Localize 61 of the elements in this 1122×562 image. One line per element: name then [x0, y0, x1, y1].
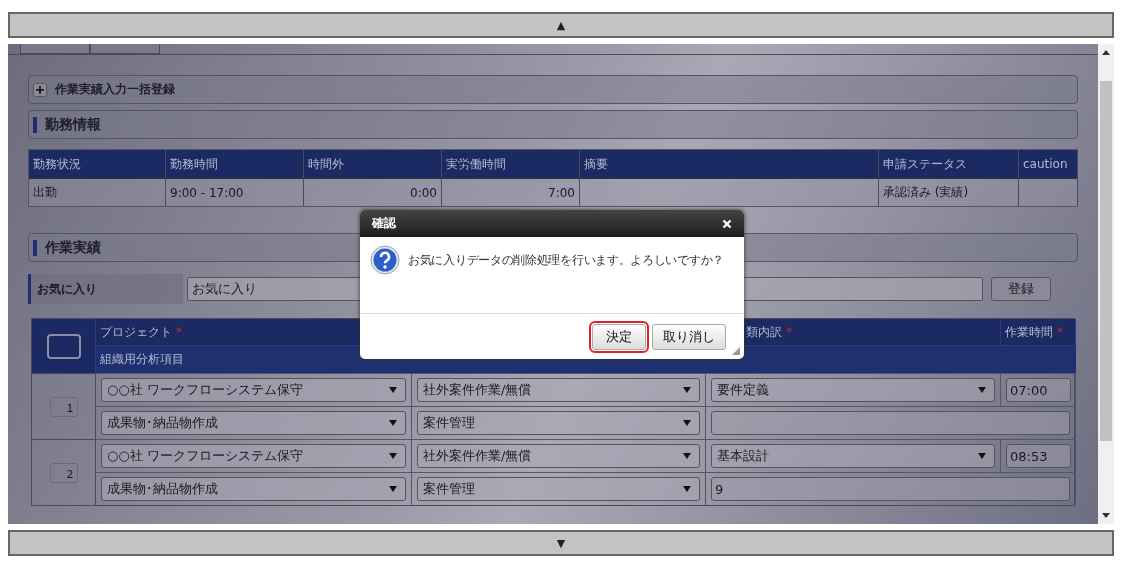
- column-header: 実労働時間: [442, 150, 580, 178]
- table-cell: 承認済み (実績): [879, 178, 1019, 206]
- dropdown[interactable]: 基本設計: [711, 444, 995, 468]
- dropdown[interactable]: 要件定義: [711, 378, 995, 402]
- caret-icon: [978, 386, 986, 394]
- caret-icon: [389, 386, 397, 394]
- scroll-up-bar[interactable]: ▲: [8, 12, 1114, 38]
- caret-icon: [683, 485, 691, 493]
- close-icon[interactable]: [722, 218, 732, 229]
- caret-icon: [389, 419, 397, 427]
- caret-icon: [683, 452, 691, 460]
- caret-icon: [683, 419, 691, 427]
- column-header: 勤務時間: [166, 150, 304, 178]
- question-icon: [370, 245, 400, 275]
- column-header: 作業時間 *: [1005, 323, 1063, 341]
- column-header: 時間外: [304, 150, 442, 178]
- table-cell: 9:00 - 17:00: [166, 178, 304, 206]
- caret-icon: [389, 485, 397, 493]
- section-title[interactable]: 作業実績入力一括登録: [55, 81, 175, 98]
- caret-icon: [978, 452, 986, 460]
- section-title: 作業実績: [45, 238, 101, 257]
- table-cell: 7:00: [442, 178, 580, 206]
- section-title: 勤務情報: [45, 115, 101, 134]
- dropdown[interactable]: ○○社 ワークフローシステム保守: [101, 378, 406, 402]
- dropdown[interactable]: 成果物･納品物作成: [101, 411, 406, 435]
- register-button[interactable]: 登録: [991, 277, 1051, 301]
- column-header: プロジェクト *: [100, 323, 182, 341]
- favorite-label-cell: お気に入り: [28, 274, 183, 304]
- table-cell: [1019, 178, 1078, 206]
- plus-icon[interactable]: [33, 82, 47, 97]
- dialog-message: お気に入りデータの削除処理を行います。よろしいですか？: [408, 252, 724, 269]
- dropdown[interactable]: ○○社 ワークフローシステム保守: [101, 444, 406, 468]
- row-number: 2: [49, 462, 78, 483]
- memo-input-field[interactable]: [711, 411, 1070, 435]
- dropdown[interactable]: 社外案件作業/無償: [417, 378, 700, 402]
- scrollbar[interactable]: [1098, 44, 1114, 524]
- caret-icon: [683, 386, 691, 394]
- scroll-up-icon[interactable]: [1102, 50, 1110, 55]
- confirm-button[interactable]: 決定: [592, 323, 646, 350]
- dropdown[interactable]: 社外案件作業/無償: [417, 444, 700, 468]
- dropdown[interactable]: 案件管理: [417, 411, 700, 435]
- select-all-checkbox[interactable]: [46, 333, 81, 359]
- column-header: 勤務状況: [29, 150, 166, 178]
- dialog-title: 確認: [372, 215, 396, 232]
- caret-icon: [389, 452, 397, 460]
- column-header: 類内訳 *: [746, 323, 792, 341]
- cancel-button[interactable]: 取り消し: [652, 323, 726, 350]
- column-header: caution: [1019, 150, 1078, 178]
- scroll-down-bar[interactable]: ▼: [8, 530, 1114, 556]
- time-input-field[interactable]: 08:53: [1006, 444, 1071, 468]
- dropdown[interactable]: 案件管理: [417, 477, 700, 501]
- row-number: 1: [49, 396, 78, 417]
- table-cell: 0:00: [304, 178, 442, 206]
- column-header: 組織用分析項目: [100, 351, 184, 368]
- table-cell: 出勤: [29, 178, 166, 206]
- column-header: 摘要: [580, 150, 879, 178]
- scroll-down-icon[interactable]: [1102, 513, 1110, 518]
- memo-input-field[interactable]: 9: [711, 477, 1070, 501]
- time-input-field[interactable]: 07:00: [1006, 378, 1071, 402]
- dropdown[interactable]: 成果物･納品物作成: [101, 477, 406, 501]
- column-header: 申請ステータス: [879, 150, 1019, 178]
